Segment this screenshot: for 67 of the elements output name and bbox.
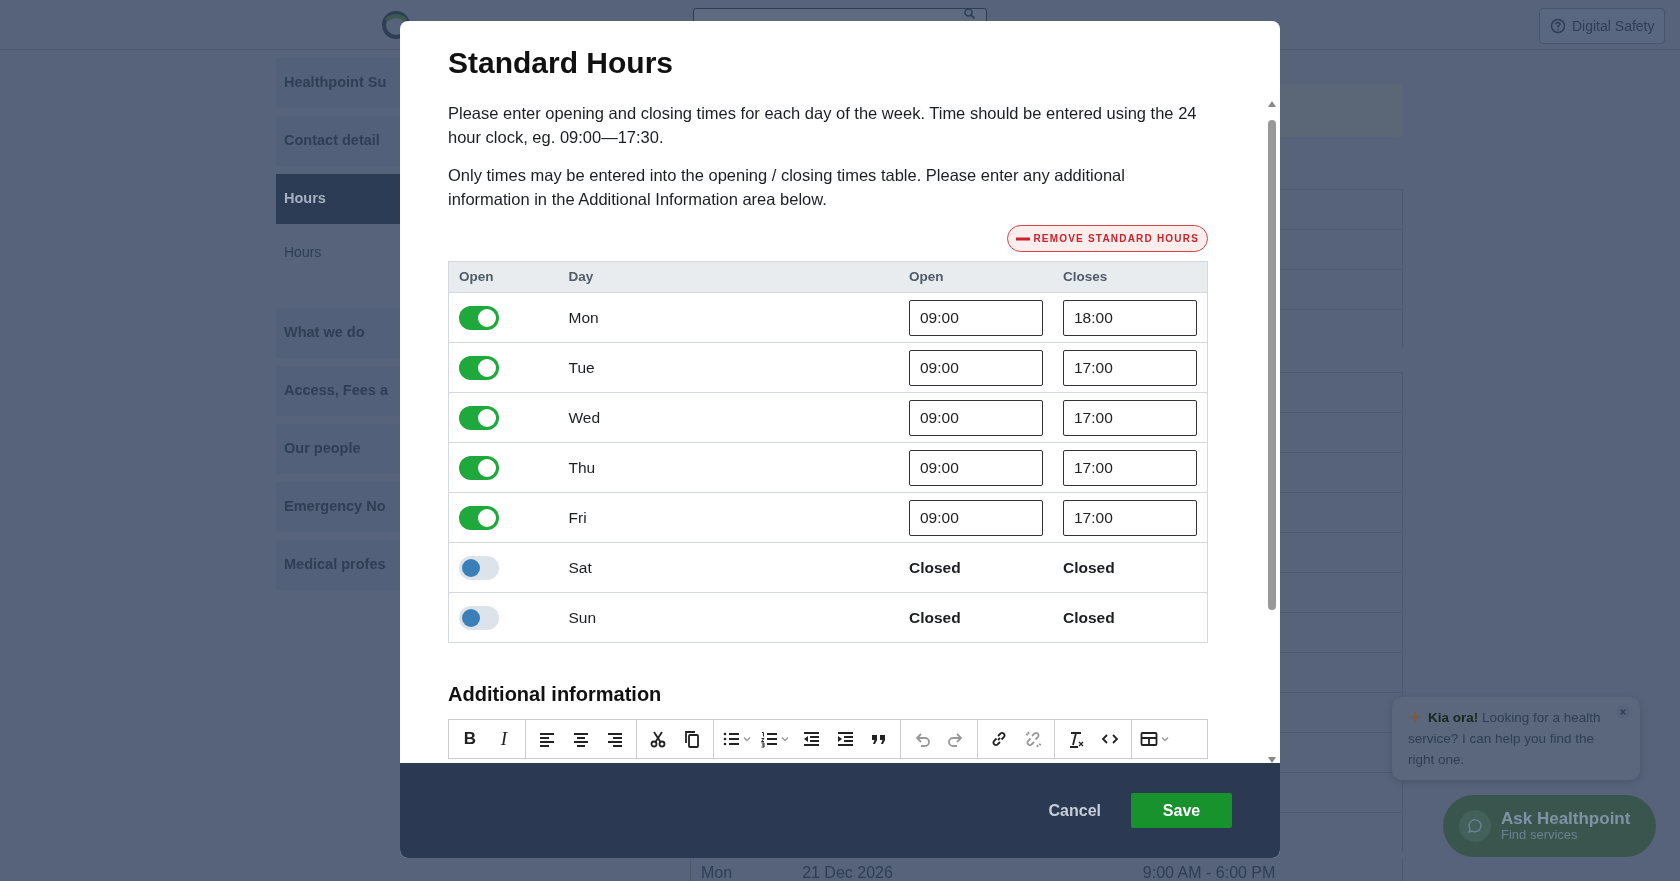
toolbar-button[interactable]: B: [453, 722, 487, 756]
day-cell: Sat: [558, 542, 899, 593]
open-toggle[interactable]: [459, 405, 499, 430]
scroll-up-icon: [1267, 100, 1277, 108]
time-field[interactable]: 09:00: [909, 399, 1043, 436]
day-cell: Mon: [558, 292, 899, 343]
scrollbar[interactable]: [1267, 100, 1277, 764]
time-field[interactable]: 18:00: [1063, 299, 1197, 336]
help-icon: [1550, 18, 1566, 34]
day-cell: Wed: [558, 392, 899, 443]
caret-icon: [780, 734, 790, 744]
closed-cell: Closed: [1053, 592, 1208, 643]
minus-icon: [1016, 236, 1031, 241]
closed-cell: Closed: [899, 542, 1053, 593]
day-cell: Fri: [558, 492, 899, 543]
day-cell: Thu: [558, 442, 899, 493]
cancel-button[interactable]: Cancel: [1042, 797, 1107, 824]
day-cell: Tue: [558, 342, 899, 393]
caret-icon: [742, 734, 752, 744]
table-icon: [1140, 730, 1158, 748]
column-header: Closes: [1053, 261, 1208, 293]
time-field[interactable]: 17:00: [1063, 349, 1197, 386]
link-icon: [990, 730, 1008, 748]
sparkle-icon: [1408, 710, 1422, 724]
open-toggle[interactable]: [459, 355, 499, 380]
closed-cell: Closed: [899, 592, 1053, 643]
section-heading: Additional information: [448, 682, 663, 707]
copy-icon: [683, 730, 701, 748]
align-center-icon: [572, 730, 590, 748]
closed-cell: Closed: [1053, 542, 1208, 593]
numbered-list-icon: [760, 730, 778, 748]
unlink-icon: [1024, 730, 1042, 748]
instruction-text: Only times may be entered into the opening / closing times table. Please enter any additional information in the Additional Information area below.: [448, 165, 1126, 210]
open-toggle[interactable]: [459, 605, 499, 630]
scrollbar-thumb[interactable]: [1268, 120, 1276, 610]
time-field[interactable]: 09:00: [909, 499, 1043, 536]
remove-standard-hours-button[interactable]: REMOVE STANDARD HOURS: [1007, 225, 1208, 252]
column-header: Day: [558, 261, 899, 293]
day-cell: Sun: [558, 592, 899, 643]
open-toggle[interactable]: [459, 305, 499, 330]
cut-icon: [649, 730, 667, 748]
align-left-icon: [538, 730, 556, 748]
open-toggle[interactable]: [459, 505, 499, 530]
open-toggle[interactable]: [459, 555, 499, 580]
time-field[interactable]: 09:00: [909, 299, 1043, 336]
modal-title: Standard Hours: [448, 45, 675, 81]
redo-icon: [947, 730, 965, 748]
time-field[interactable]: 17:00: [1063, 449, 1197, 486]
open-toggle[interactable]: [459, 455, 499, 480]
time-field[interactable]: 17:00: [1063, 399, 1197, 436]
indent-icon: [836, 730, 854, 748]
undo-icon: [913, 730, 931, 748]
time-field[interactable]: 09:00: [909, 449, 1043, 486]
toolbar-button[interactable]: I: [487, 722, 521, 756]
instruction-text: Please enter opening and closing times for each day of the week. Time should be entered using the 24 hour clock, eg. 09:00—17:30.: [448, 103, 1198, 148]
caret-icon: [1160, 734, 1170, 744]
chat-icon: [1459, 810, 1491, 842]
sidebar-item[interactable]: Hours: [276, 174, 400, 224]
column-header: Open: [899, 261, 1053, 293]
outdent-icon: [802, 730, 820, 748]
time-field[interactable]: 17:00: [1063, 499, 1197, 536]
time-field[interactable]: 09:00: [909, 349, 1043, 386]
column-header: Open: [448, 261, 559, 293]
clear-formatting-icon: [1067, 730, 1085, 748]
bulleted-list-icon: [722, 730, 740, 748]
align-right-icon: [606, 730, 624, 748]
save-button[interactable]: Save: [1131, 793, 1232, 828]
